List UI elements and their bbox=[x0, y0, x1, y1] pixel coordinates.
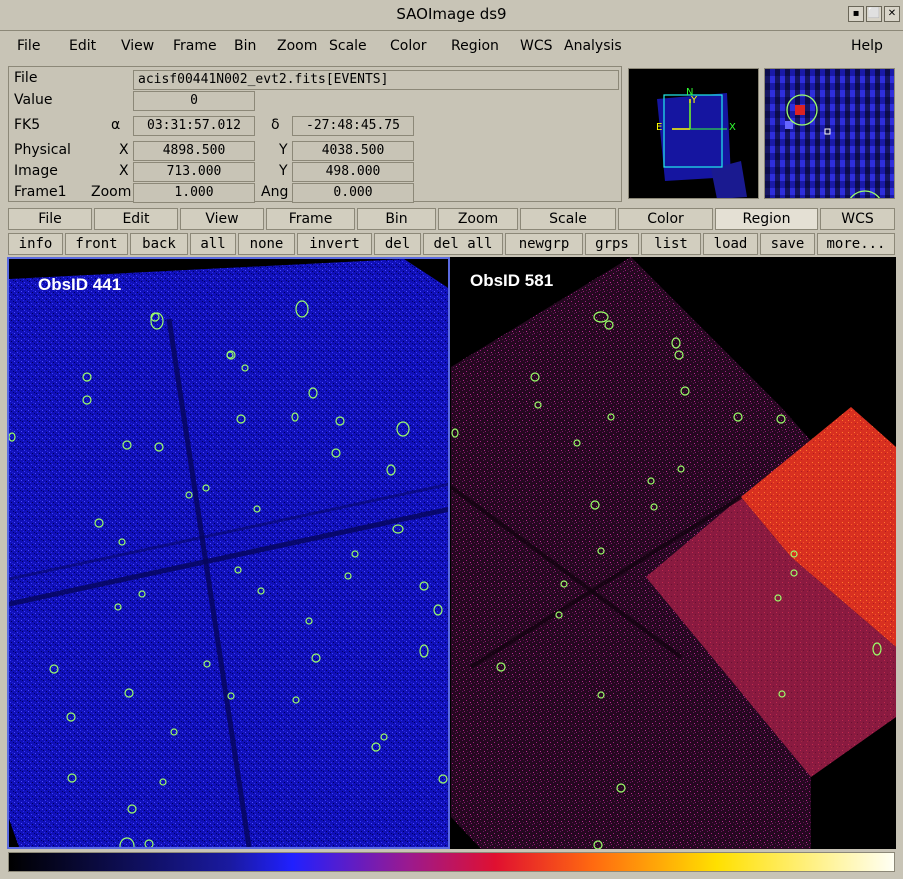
angle-label: Ang bbox=[261, 184, 289, 200]
frame-image-441 bbox=[9, 259, 448, 847]
buttonbar-region: info front back all none invert del del … bbox=[8, 233, 895, 255]
menu-view[interactable]: View bbox=[121, 38, 154, 54]
file-label: File bbox=[14, 70, 38, 86]
region-delete-button[interactable]: del bbox=[374, 233, 421, 255]
menu-help[interactable]: Help bbox=[851, 38, 883, 54]
menu-bin[interactable]: Bin bbox=[234, 38, 256, 54]
button-color[interactable]: Color bbox=[618, 208, 713, 230]
delta-field: -27:48:45.75 bbox=[292, 116, 414, 136]
buttonbar-main: File Edit View Frame Bin Zoom Scale Colo… bbox=[8, 208, 895, 230]
menu-analysis[interactable]: Analysis bbox=[564, 38, 622, 54]
region-none-button[interactable]: none bbox=[238, 233, 295, 255]
frame-label: Frame1 bbox=[14, 184, 67, 200]
menu-scale[interactable]: Scale bbox=[329, 38, 367, 54]
physical-label: Physical bbox=[14, 142, 71, 158]
alpha-field: 03:31:57.012 bbox=[133, 116, 255, 136]
menu-color[interactable]: Color bbox=[390, 38, 427, 54]
panner-east-label: E bbox=[656, 122, 663, 133]
region-more-button[interactable]: more... bbox=[817, 233, 895, 255]
panner-image bbox=[657, 93, 747, 198]
region-save-button[interactable]: save bbox=[760, 233, 815, 255]
wcs-label: FK5 bbox=[14, 117, 41, 133]
zoom-label: Zoom bbox=[91, 184, 132, 200]
image-x-label: X bbox=[119, 163, 129, 179]
button-bin[interactable]: Bin bbox=[357, 208, 436, 230]
button-wcs[interactable]: WCS bbox=[820, 208, 895, 230]
region-load-button[interactable]: load bbox=[703, 233, 758, 255]
menu-region[interactable]: Region bbox=[451, 38, 499, 54]
colorbar[interactable] bbox=[8, 852, 895, 872]
image-y-label: Y bbox=[279, 163, 288, 179]
physical-x-field: 4898.500 bbox=[133, 141, 255, 161]
minimize-icon[interactable]: ▪ bbox=[848, 6, 864, 22]
window-title: SAOImage ds9 bbox=[396, 5, 507, 23]
image-display: ObsID 441 ObsID 581 bbox=[7, 257, 896, 849]
region-newgroup-button[interactable]: newgrp bbox=[505, 233, 583, 255]
physical-y-field: 4038.500 bbox=[292, 141, 414, 161]
alpha-label: α bbox=[111, 117, 121, 133]
menu-file[interactable]: File bbox=[17, 38, 40, 54]
region-all-button[interactable]: all bbox=[190, 233, 236, 255]
delta-label: δ bbox=[271, 117, 280, 133]
region-front-button[interactable]: front bbox=[65, 233, 128, 255]
title-bar: SAOImage ds9 ▪ ⬜ ✕ bbox=[0, 0, 903, 31]
menu-wcs[interactable]: WCS bbox=[520, 38, 553, 54]
close-icon[interactable]: ✕ bbox=[884, 6, 900, 22]
region-list-button[interactable]: list bbox=[641, 233, 701, 255]
frame-label-441: ObsID 441 bbox=[38, 275, 122, 294]
physical-y-label: Y bbox=[279, 142, 288, 158]
magnifier-image bbox=[785, 94, 881, 198]
button-scale[interactable]: Scale bbox=[520, 208, 616, 230]
frame-obsid-581[interactable]: ObsID 581 bbox=[451, 257, 896, 849]
frame-image-581 bbox=[451, 257, 896, 849]
menu-zoom[interactable]: Zoom bbox=[277, 38, 317, 54]
region-back-button[interactable]: back bbox=[130, 233, 188, 255]
panner[interactable]: N Y E X bbox=[628, 68, 759, 199]
angle-field: 0.000 bbox=[292, 183, 414, 203]
region-info-button[interactable]: info bbox=[8, 233, 63, 255]
frame-label-581: ObsID 581 bbox=[470, 271, 554, 290]
region-delete-all-button[interactable]: del all bbox=[423, 233, 503, 255]
button-file[interactable]: File bbox=[8, 208, 92, 230]
zoom-field: 1.000 bbox=[133, 183, 255, 203]
menu-frame[interactable]: Frame bbox=[173, 38, 217, 54]
image-x-field: 713.000 bbox=[133, 162, 255, 182]
image-y-field: 498.000 bbox=[292, 162, 414, 182]
value-label: Value bbox=[14, 92, 53, 108]
button-view[interactable]: View bbox=[180, 208, 264, 230]
file-field: acisf00441N002_evt2.fits[EVENTS] bbox=[133, 70, 619, 90]
button-zoom[interactable]: Zoom bbox=[438, 208, 518, 230]
button-frame[interactable]: Frame bbox=[266, 208, 355, 230]
menu-edit[interactable]: Edit bbox=[69, 38, 96, 54]
value-field: 0 bbox=[133, 91, 255, 111]
info-panel: File acisf00441N002_evt2.fits[EVENTS] Va… bbox=[8, 66, 622, 203]
colorbar-gradient bbox=[9, 853, 894, 871]
region-invert-button[interactable]: invert bbox=[297, 233, 372, 255]
region-groups-button[interactable]: grps bbox=[585, 233, 639, 255]
panner-x-label: X bbox=[729, 122, 736, 133]
frame-obsid-441[interactable]: ObsID 441 bbox=[7, 257, 450, 849]
maximize-icon[interactable]: ⬜ bbox=[866, 6, 882, 22]
magnifier bbox=[764, 68, 895, 199]
physical-x-label: X bbox=[119, 142, 129, 158]
panner-y-label: Y bbox=[691, 95, 698, 106]
image-label: Image bbox=[14, 163, 58, 179]
button-edit[interactable]: Edit bbox=[94, 208, 178, 230]
button-region[interactable]: Region bbox=[715, 208, 818, 230]
menu-bar: File Edit View Frame Bin Zoom Scale Colo… bbox=[0, 31, 903, 63]
